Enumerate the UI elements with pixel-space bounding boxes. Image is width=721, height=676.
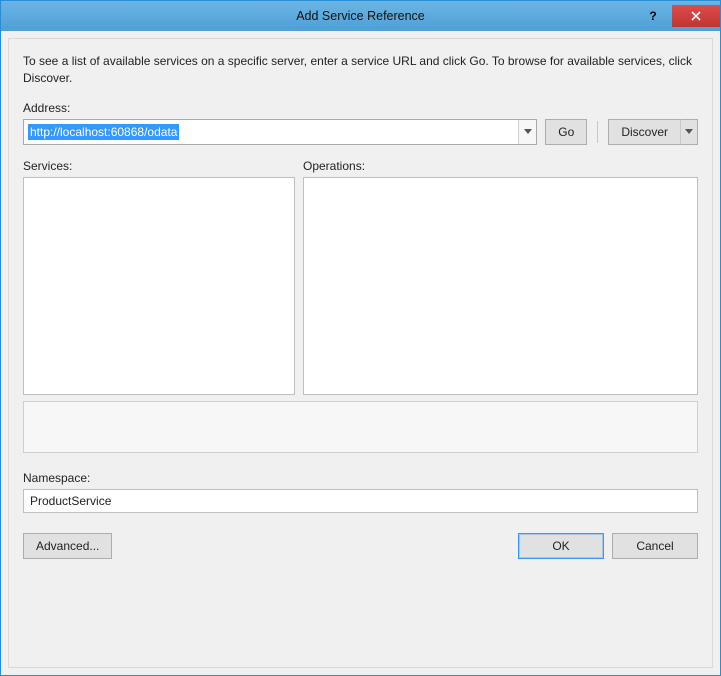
discover-dropdown-button[interactable] [680,119,698,145]
services-label: Services: [23,159,295,173]
operations-label: Operations: [303,159,698,173]
address-dropdown-button[interactable] [518,120,536,144]
ok-button[interactable]: OK [518,533,604,559]
instruction-text: To see a list of available services on a… [23,53,698,87]
add-service-reference-dialog: Add Service Reference ? To see a list of… [0,0,721,676]
operations-listbox[interactable] [303,177,698,395]
status-panel [23,401,698,453]
address-label: Address: [23,101,698,115]
dialog-body: To see a list of available services on a… [8,38,713,668]
operations-column: Operations: [303,159,698,395]
namespace-label: Namespace: [23,471,698,485]
titlebar: Add Service Reference ? [1,1,720,31]
namespace-input[interactable] [23,489,698,513]
window-title: Add Service Reference [1,9,720,23]
address-row: http://localhost:60868/odata Go Discover [23,119,698,145]
discover-split-button: Discover [608,119,698,145]
discover-button[interactable]: Discover [608,119,680,145]
footer-buttons: Advanced... OK Cancel [23,533,698,559]
help-button[interactable]: ? [636,5,670,27]
advanced-button[interactable]: Advanced... [23,533,112,559]
chevron-down-icon [524,129,532,134]
close-icon [691,11,701,21]
go-button[interactable]: Go [545,119,587,145]
close-button[interactable] [672,5,720,27]
separator [597,121,598,143]
chevron-down-icon [685,129,693,134]
address-combobox[interactable]: http://localhost:60868/odata [23,119,537,145]
cancel-button[interactable]: Cancel [612,533,698,559]
address-value: http://localhost:60868/odata [28,124,179,140]
services-column: Services: [23,159,295,395]
title-controls: ? [636,5,720,27]
services-listbox[interactable] [23,177,295,395]
lists-row: Services: Operations: [23,159,698,395]
